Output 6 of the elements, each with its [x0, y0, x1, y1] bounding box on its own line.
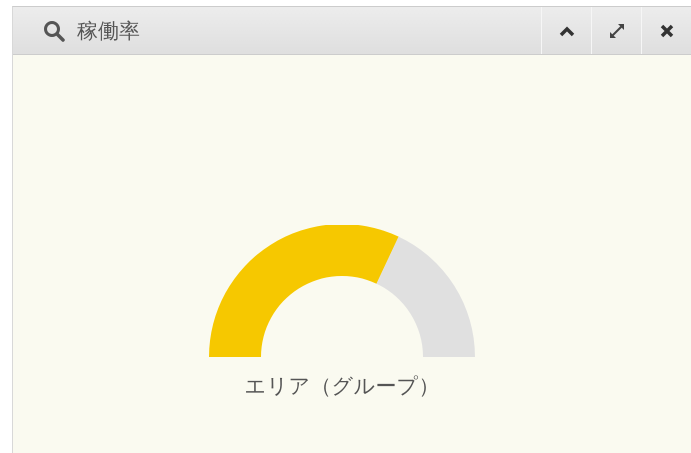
gauge-label: エリア（グループ）	[244, 373, 440, 400]
close-icon	[660, 24, 674, 38]
expand-icon	[608, 22, 626, 40]
panel-title: 稼働率	[77, 18, 140, 44]
caret-up-icon	[558, 24, 574, 36]
search-icon[interactable]	[43, 20, 65, 42]
